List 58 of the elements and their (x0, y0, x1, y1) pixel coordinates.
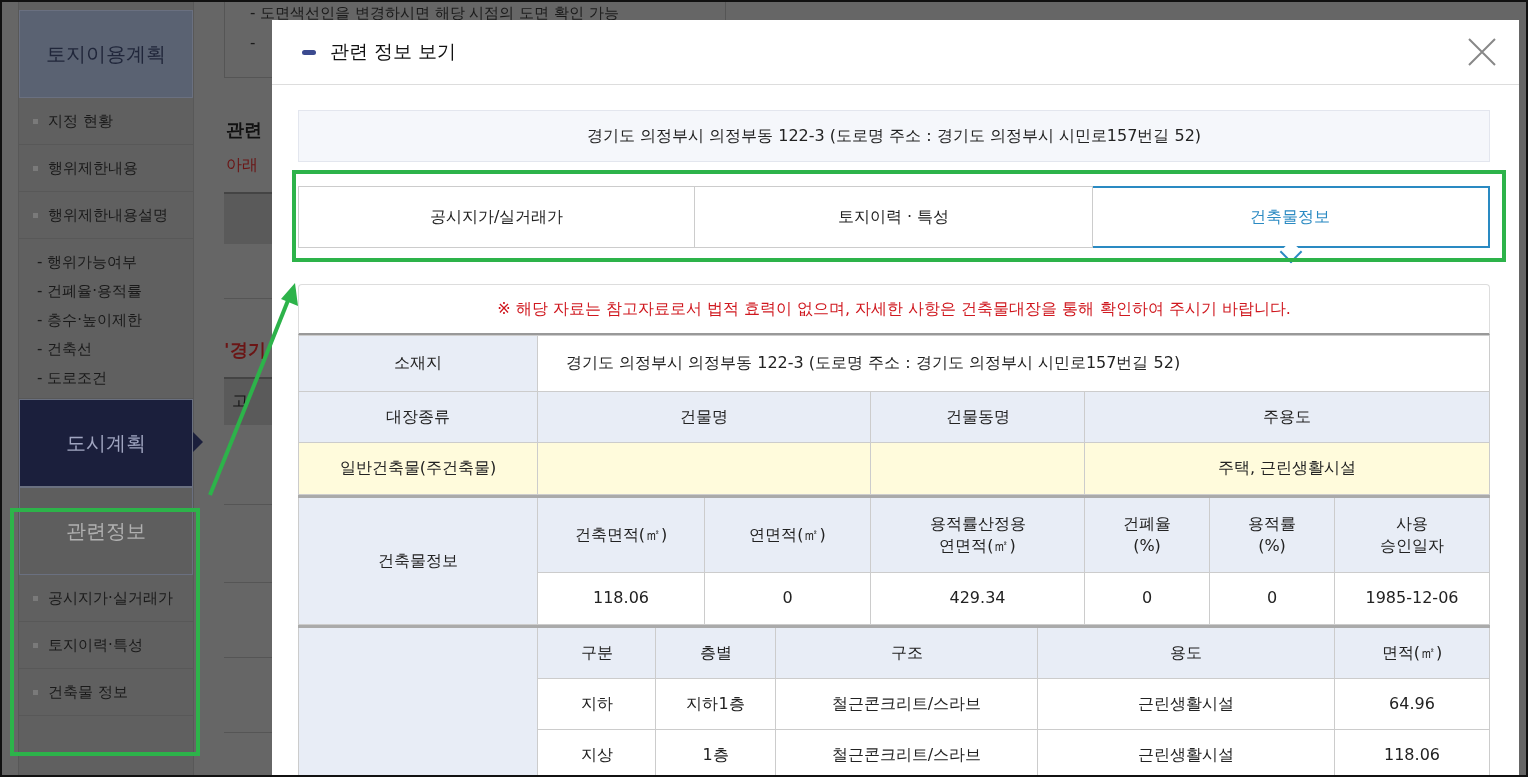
sidebar-item[interactable]: 토지이력·특성 (19, 622, 193, 669)
column-header: 건물명 (537, 391, 871, 443)
notice-text: - 도면색선인을 변경하시면 해당 시점의 도면 확인 가능 (250, 4, 619, 23)
column-header: 용적률산정용 연면적(㎡) (870, 496, 1085, 573)
section-heading: '경기 (224, 338, 266, 362)
sidebar-section-header[interactable]: 토지이용계획 (19, 10, 193, 98)
row-label: 건축물정보 (298, 496, 538, 625)
column-header: 주용도 (1084, 391, 1490, 443)
table-cell: 주택, 근린생활시설 (1084, 442, 1490, 495)
sidebar-subitem[interactable]: - 층수·높이제한 (37, 311, 193, 330)
column-header: 면적(㎡) (1334, 626, 1490, 679)
column-header: 건물동명 (870, 391, 1085, 443)
table-cell: 1985-12-06 (1334, 572, 1490, 625)
sidebar-item[interactable]: 행위제한내용 (19, 145, 193, 192)
sidebar-item[interactable]: 건축물 정보 (19, 669, 193, 716)
sidebar-section-header[interactable]: 도시계획 (19, 399, 193, 487)
tab[interactable]: 토지이력 · 특성 (695, 186, 1093, 248)
sidebar-item[interactable]: 지정 현황 (19, 98, 193, 145)
section-heading: 관련 (226, 118, 262, 142)
table-cell: 0 (1209, 572, 1335, 625)
table-cell: 경기도 의정부시 의정부동 122-3 (도로명 주소 : 경기도 의정부시 시민로157번길 52) (537, 335, 1490, 392)
table-cell: 64.96 (1334, 678, 1490, 730)
sidebar-subitem[interactable]: - 건축선 (37, 340, 193, 359)
sidebar-subitem[interactable]: - 건폐율·용적률 (37, 282, 193, 301)
column-header: 층별 (655, 626, 776, 679)
sidebar-item[interactable]: 공시지가·실거래가 (19, 575, 193, 622)
table-cell: 429.34 (870, 572, 1085, 625)
row-label: 소재지 (298, 335, 538, 392)
column-header: 건폐율 (%) (1084, 496, 1210, 573)
caret-icon (193, 432, 203, 452)
table-cell: 0 (1084, 572, 1210, 625)
table-cell: 근린생활시설 (1037, 678, 1335, 730)
tab[interactable]: 건축물정보 (1092, 186, 1490, 248)
column-header: 용적률 (%) (1209, 496, 1335, 573)
column-header: 건축면적(㎡) (537, 496, 705, 573)
table-cell: 지하1층 (655, 678, 776, 730)
column-header: 구분 (537, 626, 656, 679)
address-bar: 경기도 의정부시 의정부동 122-3 (도로명 주소 : 경기도 의정부시 시민로157번길 52) (298, 110, 1490, 162)
column-header: 용도 (1037, 626, 1335, 679)
table-cell: 일반건축물(주건축물) (298, 442, 538, 495)
table-cell: 지하 (537, 678, 656, 730)
sidebar-item[interactable]: 행위제한내용설명 (19, 192, 193, 239)
column-header: 사용 승인일자 (1334, 496, 1490, 573)
close-icon[interactable] (1467, 37, 1497, 67)
column-header: 구조 (775, 626, 1038, 679)
sidebar-subitem[interactable]: - 도로조건 (37, 369, 193, 388)
table-cell: 118.06 (537, 572, 705, 625)
tab[interactable]: 공시지가/실거래가 (298, 186, 696, 248)
table-cell: 0 (704, 572, 871, 625)
table-cell: 철근콘크리트/스라브 (775, 678, 1038, 730)
sidebar-section-header[interactable]: 관련정보 (19, 487, 193, 575)
modal-title: 관련 정보 보기 (330, 39, 458, 64)
notice-text: - (250, 34, 256, 52)
sidebar-subitem[interactable]: - 행위가능여부 (37, 253, 193, 272)
dash-icon (302, 49, 316, 55)
notice-text: 아래 (226, 155, 258, 176)
column-header: 대장종류 (298, 391, 538, 443)
column-header: 연면적(㎡) (704, 496, 871, 573)
